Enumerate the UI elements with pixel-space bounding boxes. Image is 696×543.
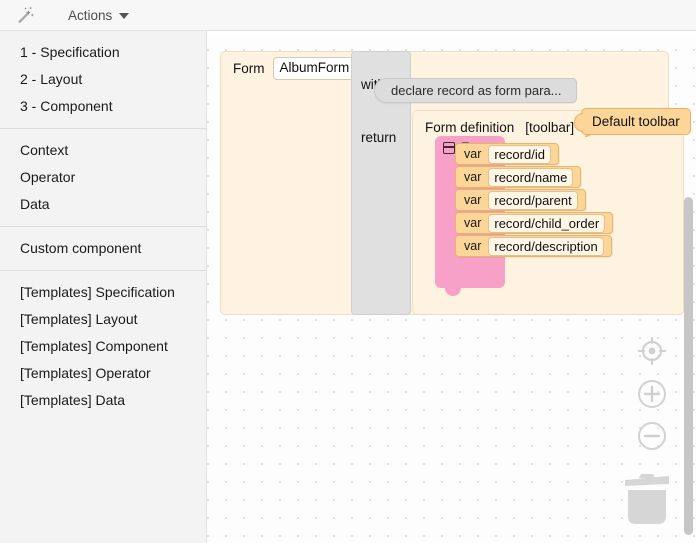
block-var-row[interactable]: var record/id: [455, 143, 559, 165]
list-mutator-icon[interactable]: [443, 142, 455, 154]
toolbox-category-item[interactable]: [Templates] Data: [0, 387, 206, 414]
var-name-field[interactable]: record/description: [488, 237, 603, 256]
var-keyword-label: var: [464, 147, 481, 161]
toolbox-separator: [0, 128, 206, 129]
return-label: return: [361, 130, 396, 145]
toolbox-category-item[interactable]: [Templates] Specification: [0, 279, 206, 306]
toolbox-category-item[interactable]: [Templates] Layout: [0, 306, 206, 333]
block-default-toolbar[interactable]: Default toolbar: [581, 108, 691, 135]
form-definition-slot-label: [toolbar]: [525, 120, 574, 135]
var-keyword-label: var: [464, 239, 481, 253]
toolbox-category-item[interactable]: Context: [0, 137, 206, 164]
toolbox-separator: [0, 270, 206, 271]
block-var-row[interactable]: var record/name: [455, 166, 581, 188]
zoom-out-icon[interactable]: [637, 421, 667, 451]
block-form-header: Form AlbumForm: [221, 52, 356, 85]
var-keyword-label: var: [464, 193, 481, 207]
var-name-field[interactable]: record/parent: [488, 191, 577, 210]
toolbox-category-item[interactable]: Data: [0, 191, 206, 218]
var-keyword-label: var: [464, 170, 481, 184]
toolbox-sidebar: 1 - Specification2 - Layout3 - Component…: [0, 31, 207, 543]
toolbox-category-item[interactable]: 2 - Layout: [0, 66, 206, 93]
block-var-row[interactable]: var record/parent: [455, 189, 586, 211]
toolbox-category-item[interactable]: 1 - Specification: [0, 39, 206, 66]
toolbox-category-item[interactable]: [Templates] Component: [0, 333, 206, 360]
top-bar: Actions: [0, 0, 696, 31]
block-form-label: Form: [233, 61, 265, 76]
default-toolbar-label: Default toolbar: [592, 114, 680, 129]
declare-record-label: declare record as form para...: [391, 83, 562, 98]
var-name-field[interactable]: record/id: [488, 145, 551, 164]
toolbox-separator: [0, 226, 206, 227]
actions-menu-button[interactable]: Actions: [68, 8, 129, 23]
chevron-down-icon: [119, 13, 129, 19]
block-declare-record[interactable]: declare record as form para...: [374, 78, 577, 103]
magic-wand-icon[interactable]: [10, 0, 40, 31]
var-keyword-label: var: [464, 216, 481, 230]
trash-can-icon[interactable]: [619, 470, 675, 530]
blockly-workspace-canvas[interactable]: Form AlbumForm with return declare recor…: [207, 35, 696, 543]
form-definition-label: Form definition: [425, 120, 514, 135]
toolbox-category-item[interactable]: [Templates] Operator: [0, 360, 206, 387]
var-name-field[interactable]: record/name: [488, 168, 573, 187]
block-var-row[interactable]: var record/description: [455, 235, 612, 257]
zoom-in-icon[interactable]: [637, 379, 667, 409]
toolbox-category-item[interactable]: 3 - Component: [0, 93, 206, 120]
toolbox-category-item[interactable]: Custom component: [0, 235, 206, 262]
toolbox-category-item[interactable]: Operator: [0, 164, 206, 191]
actions-menu-label: Actions: [68, 8, 112, 23]
center-target-icon[interactable]: [637, 336, 667, 366]
vertical-scrollbar[interactable]: [684, 197, 693, 535]
app-root: Actions 1 - Specification2 - Layout3 - C…: [0, 0, 696, 543]
block-var-row[interactable]: var record/child_order: [455, 212, 613, 234]
var-name-field[interactable]: record/child_order: [488, 214, 605, 233]
form-name-field[interactable]: AlbumForm: [273, 57, 357, 80]
